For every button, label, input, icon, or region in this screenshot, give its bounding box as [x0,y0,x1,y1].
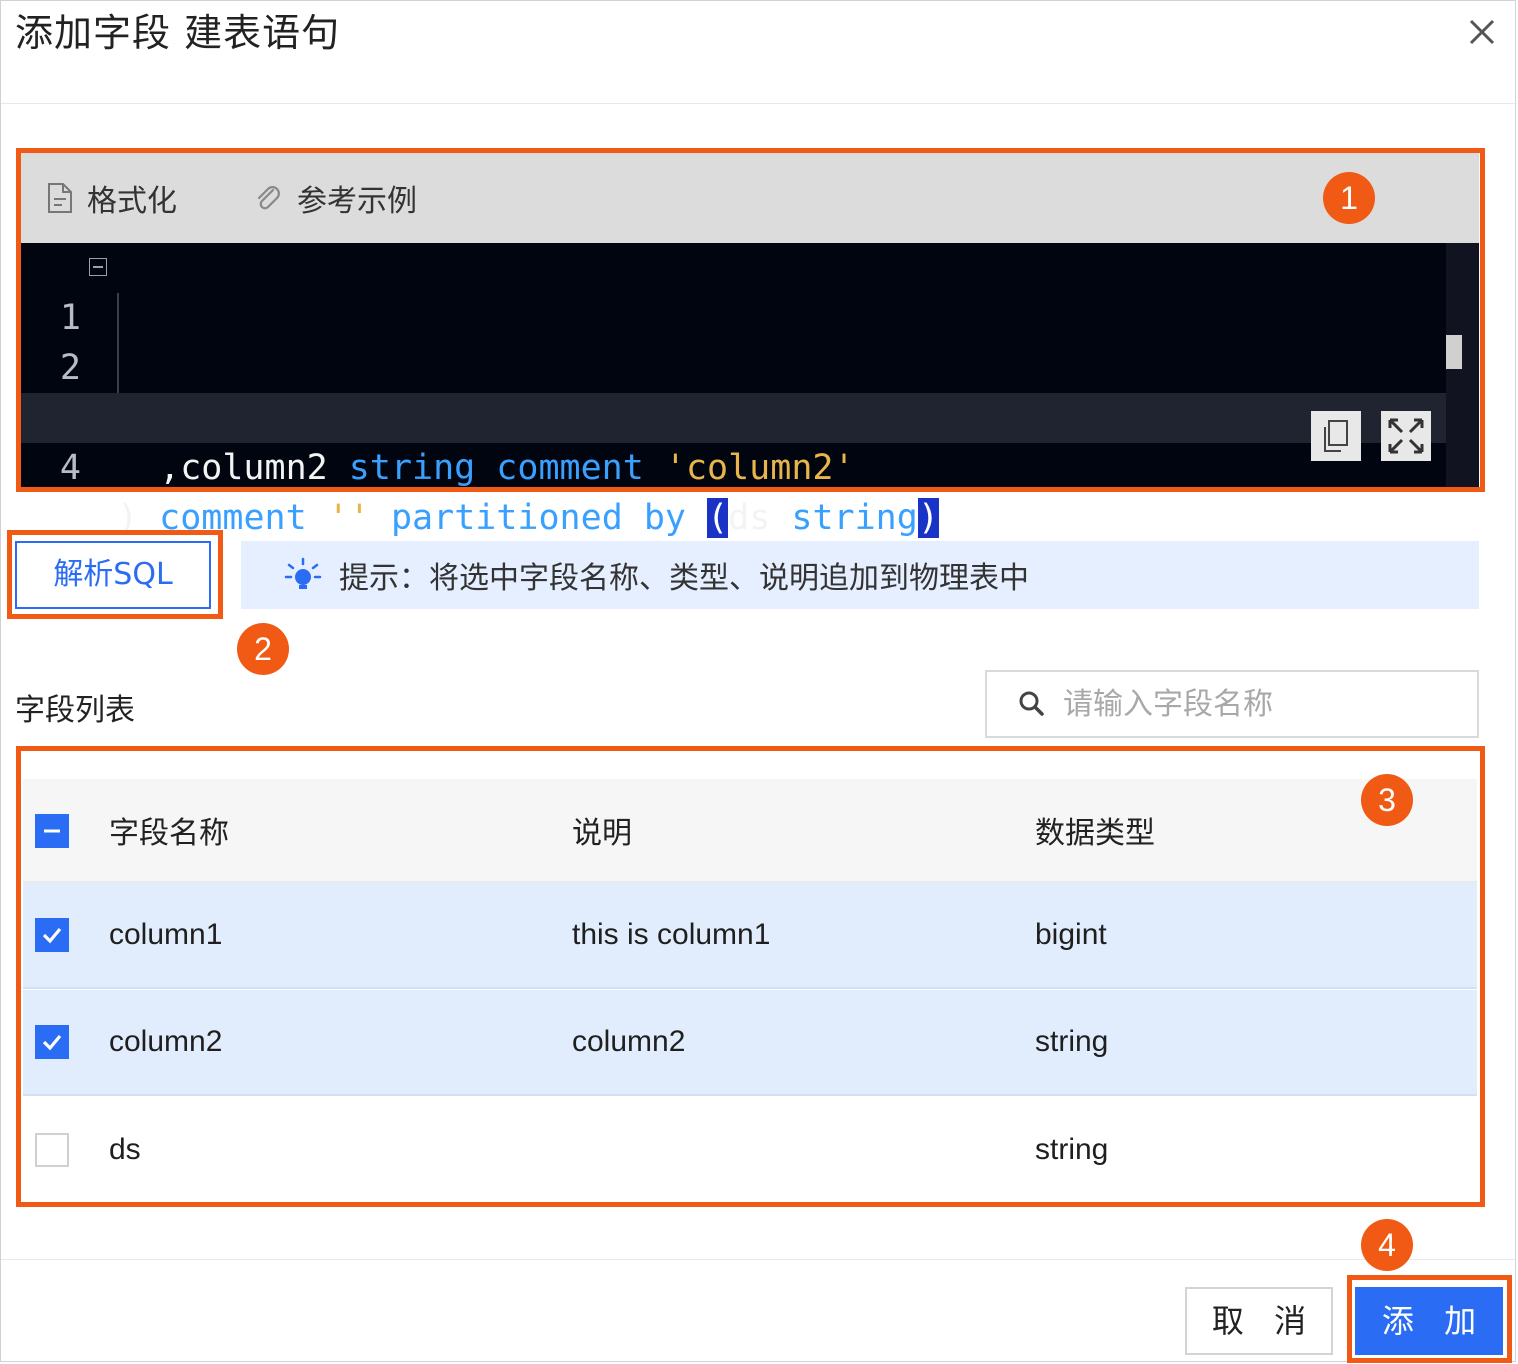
column-header-desc: 说明 [572,816,632,851]
tip-banner: 提示：将选中字段名称、类型、说明追加到物理表中 [241,541,1479,609]
select-all-checkbox[interactable] [35,814,69,848]
fullscreen-icon [1388,418,1424,454]
column-header-type: 数据类型 [1035,816,1155,851]
fold-toggle-icon[interactable] [89,258,107,276]
paperclip-icon [257,186,280,210]
code-area[interactable]: 1 create table if not exists table_name … [21,243,1479,538]
editor-toolbar: 格式化 参考示例 [21,153,1479,243]
scrollbar-thumb[interactable] [1446,335,1462,369]
format-label: 格式化 [87,184,177,219]
search-icon [1019,691,1044,716]
add-button[interactable]: 添 加 [1355,1287,1503,1355]
field-type-cell: string [1035,1133,1109,1166]
column-header-name: 字段名称 [109,816,229,851]
code-text: ,column2 string comment 'column2' [117,443,855,493]
code-token: '' [327,498,370,538]
code-token: ds [728,498,792,538]
code-token: ) [117,498,160,538]
code-line: 3 ,column2 string comment 'column2' [21,343,1446,488]
row-checkbox[interactable] [35,1025,69,1059]
example-button[interactable]: 参考示例 [253,177,417,219]
code-token: ( [707,498,729,538]
tip-text: 提示：将选中字段名称、类型、说明追加到物理表中 [339,561,1029,596]
table-row[interactable]: ds string [23,1097,1477,1203]
check-icon [42,927,62,944]
field-table: 字段名称 说明 数据类型 column1 this is column1 big… [23,779,1477,1199]
document-icon [48,183,72,213]
add-field-dialog: 添加字段 建表语句 格式化 参考示例 1 2 ,column2 string c… [0,0,1517,1363]
format-button[interactable]: 格式化 [47,177,177,219]
example-label: 参考示例 [297,184,417,219]
field-name-cell: column2 [109,1025,223,1058]
annotation-badge: 2 [237,623,289,675]
indent-guide [117,293,119,393]
dialog-title: 添加字段 建表语句 [15,11,341,55]
annotation-badge: 3 [1361,774,1413,826]
field-type-cell: bigint [1035,918,1107,951]
field-desc-cell: this is column1 [572,918,771,951]
close-icon[interactable] [1463,13,1501,51]
code-text: ) comment '' partitioned by (ds string) [117,493,939,543]
field-name-cell: column1 [109,918,223,951]
lightbulb-icon [284,557,322,589]
copy-icon [1324,420,1348,452]
field-name-cell: ds [109,1133,141,1166]
search-input[interactable] [1061,685,1465,723]
check-icon [42,1034,62,1051]
row-checkbox[interactable] [35,918,69,952]
parse-sql-button[interactable]: 解析SQL [15,541,211,609]
table-row[interactable]: column1 this is column1 bigint [23,883,1477,989]
code-token: partitioned by [390,498,686,538]
line-number: 4 [59,448,81,488]
table-row[interactable]: column2 column2 string [23,990,1477,1096]
field-search[interactable] [985,670,1479,738]
code-token: 'column2' [664,448,855,488]
field-type-cell: string [1035,1025,1109,1058]
code-line: 2 column1 bigint comment 'this is column… [21,293,1446,438]
table-header-row: 字段名称 说明 数据类型 [23,779,1477,883]
code-token: comment [159,498,307,538]
annotation-badge: 1 [1323,172,1375,224]
copy-button[interactable] [1311,411,1361,461]
dialog-header: 添加字段 建表语句 [1,1,1517,104]
code-token: string comment [348,448,644,488]
code-line: 1 create table if not exists table_name … [21,243,1446,438]
sql-editor[interactable]: 格式化 参考示例 1 create table if not exists ta… [21,153,1479,538]
code-token: ) [917,498,939,538]
cancel-button[interactable]: 取 消 [1185,1287,1333,1355]
code-line-active: 4 ) comment '' partitioned by (ds string… [21,393,1446,538]
row-checkbox[interactable] [35,1133,69,1167]
field-list-label: 字段列表 [15,693,135,728]
field-desc-cell: column2 [572,1025,686,1058]
minus-icon [44,829,60,833]
code-token: string [791,498,918,538]
fullscreen-button[interactable] [1381,411,1431,461]
annotation-badge: 4 [1361,1219,1413,1271]
